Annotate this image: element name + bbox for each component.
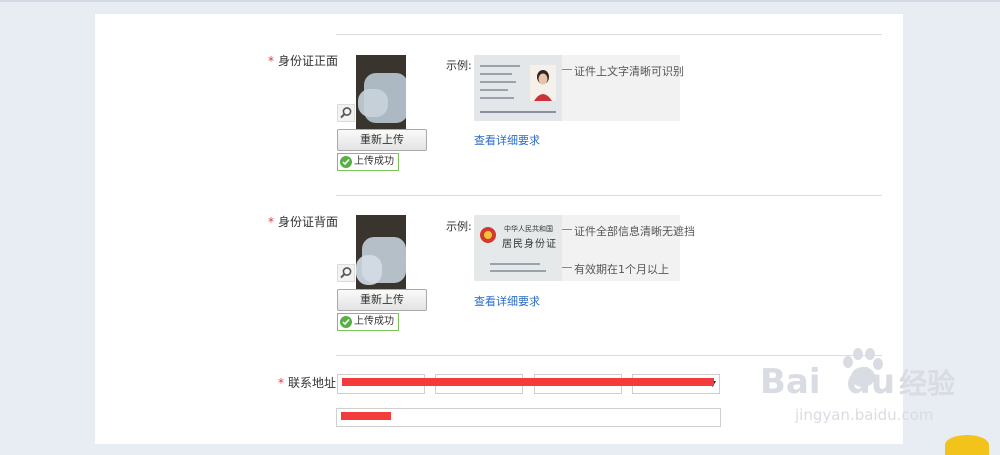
watermark-logo: Bai du 经验 xyxy=(760,362,955,402)
id-back-example-card: 中华人民共和国 居民身份证 xyxy=(474,215,562,281)
upload-success-text: 上传成功 xyxy=(354,316,394,327)
id-back-label: * 身份证背面 xyxy=(268,213,338,230)
top-border xyxy=(0,0,1000,2)
upload-success-badge: 上传成功 xyxy=(337,313,399,331)
watermark-url: jingyan.baidu.com xyxy=(795,406,934,424)
required-mark: * xyxy=(268,54,274,68)
card-title-small: 中华人民共和国 xyxy=(504,225,553,233)
annotation-arrow xyxy=(562,69,572,70)
detail-requirements-link[interactable]: 查看详细要求 xyxy=(474,132,540,148)
id-back-label-text: 身份证背面 xyxy=(278,215,339,229)
upload-success-text: 上传成功 xyxy=(354,156,394,167)
watermark-cn: 经验 xyxy=(899,367,956,400)
zoom-icon[interactable] xyxy=(337,264,355,282)
id-front-label: * 身份证正面 xyxy=(268,52,338,69)
divider xyxy=(336,355,882,356)
upload-success-badge: 上传成功 xyxy=(337,153,399,171)
redaction-bar xyxy=(342,378,714,386)
card-title-big: 居民身份证 xyxy=(502,239,557,250)
zoom-icon[interactable] xyxy=(337,104,355,122)
annotation-arrow xyxy=(562,229,572,230)
check-icon xyxy=(340,156,352,168)
address-label: * 联系地址 xyxy=(278,374,336,391)
example-label: 示例: xyxy=(446,59,472,72)
watermark-brand2: du xyxy=(846,362,896,402)
id-front-example-card xyxy=(474,55,562,121)
detail-requirements-link[interactable]: 查看详细要求 xyxy=(474,293,540,309)
check-icon xyxy=(340,316,352,328)
annotation-text: 证件全部信息清晰无遮挡 xyxy=(574,225,695,238)
reupload-back-button[interactable]: 重新上传 xyxy=(337,289,427,311)
divider xyxy=(336,34,882,35)
corner-decoration xyxy=(945,435,989,455)
watermark-brand: Bai xyxy=(760,362,821,402)
reupload-front-button[interactable]: 重新上传 xyxy=(337,129,427,151)
annotation-arrow xyxy=(562,267,572,268)
address-label-text: 联系地址 xyxy=(288,376,337,390)
id-back-example: 中华人民共和国 居民身份证 证件全部信息清晰无遮挡 有效期在1个月以上 xyxy=(474,215,695,281)
detailed-address-input[interactable] xyxy=(336,408,721,427)
required-mark: * xyxy=(268,215,274,229)
example-label: 示例: xyxy=(446,220,472,233)
redaction-bar xyxy=(341,412,391,420)
id-front-label-text: 身份证正面 xyxy=(278,54,339,68)
annotation-text: 有效期在1个月以上 xyxy=(574,263,669,276)
annotation-text: 证件上文字清晰可识别 xyxy=(574,65,684,78)
id-front-example: 证件上文字清晰可识别 xyxy=(474,55,684,121)
required-mark: * xyxy=(278,376,284,390)
divider xyxy=(336,195,882,196)
